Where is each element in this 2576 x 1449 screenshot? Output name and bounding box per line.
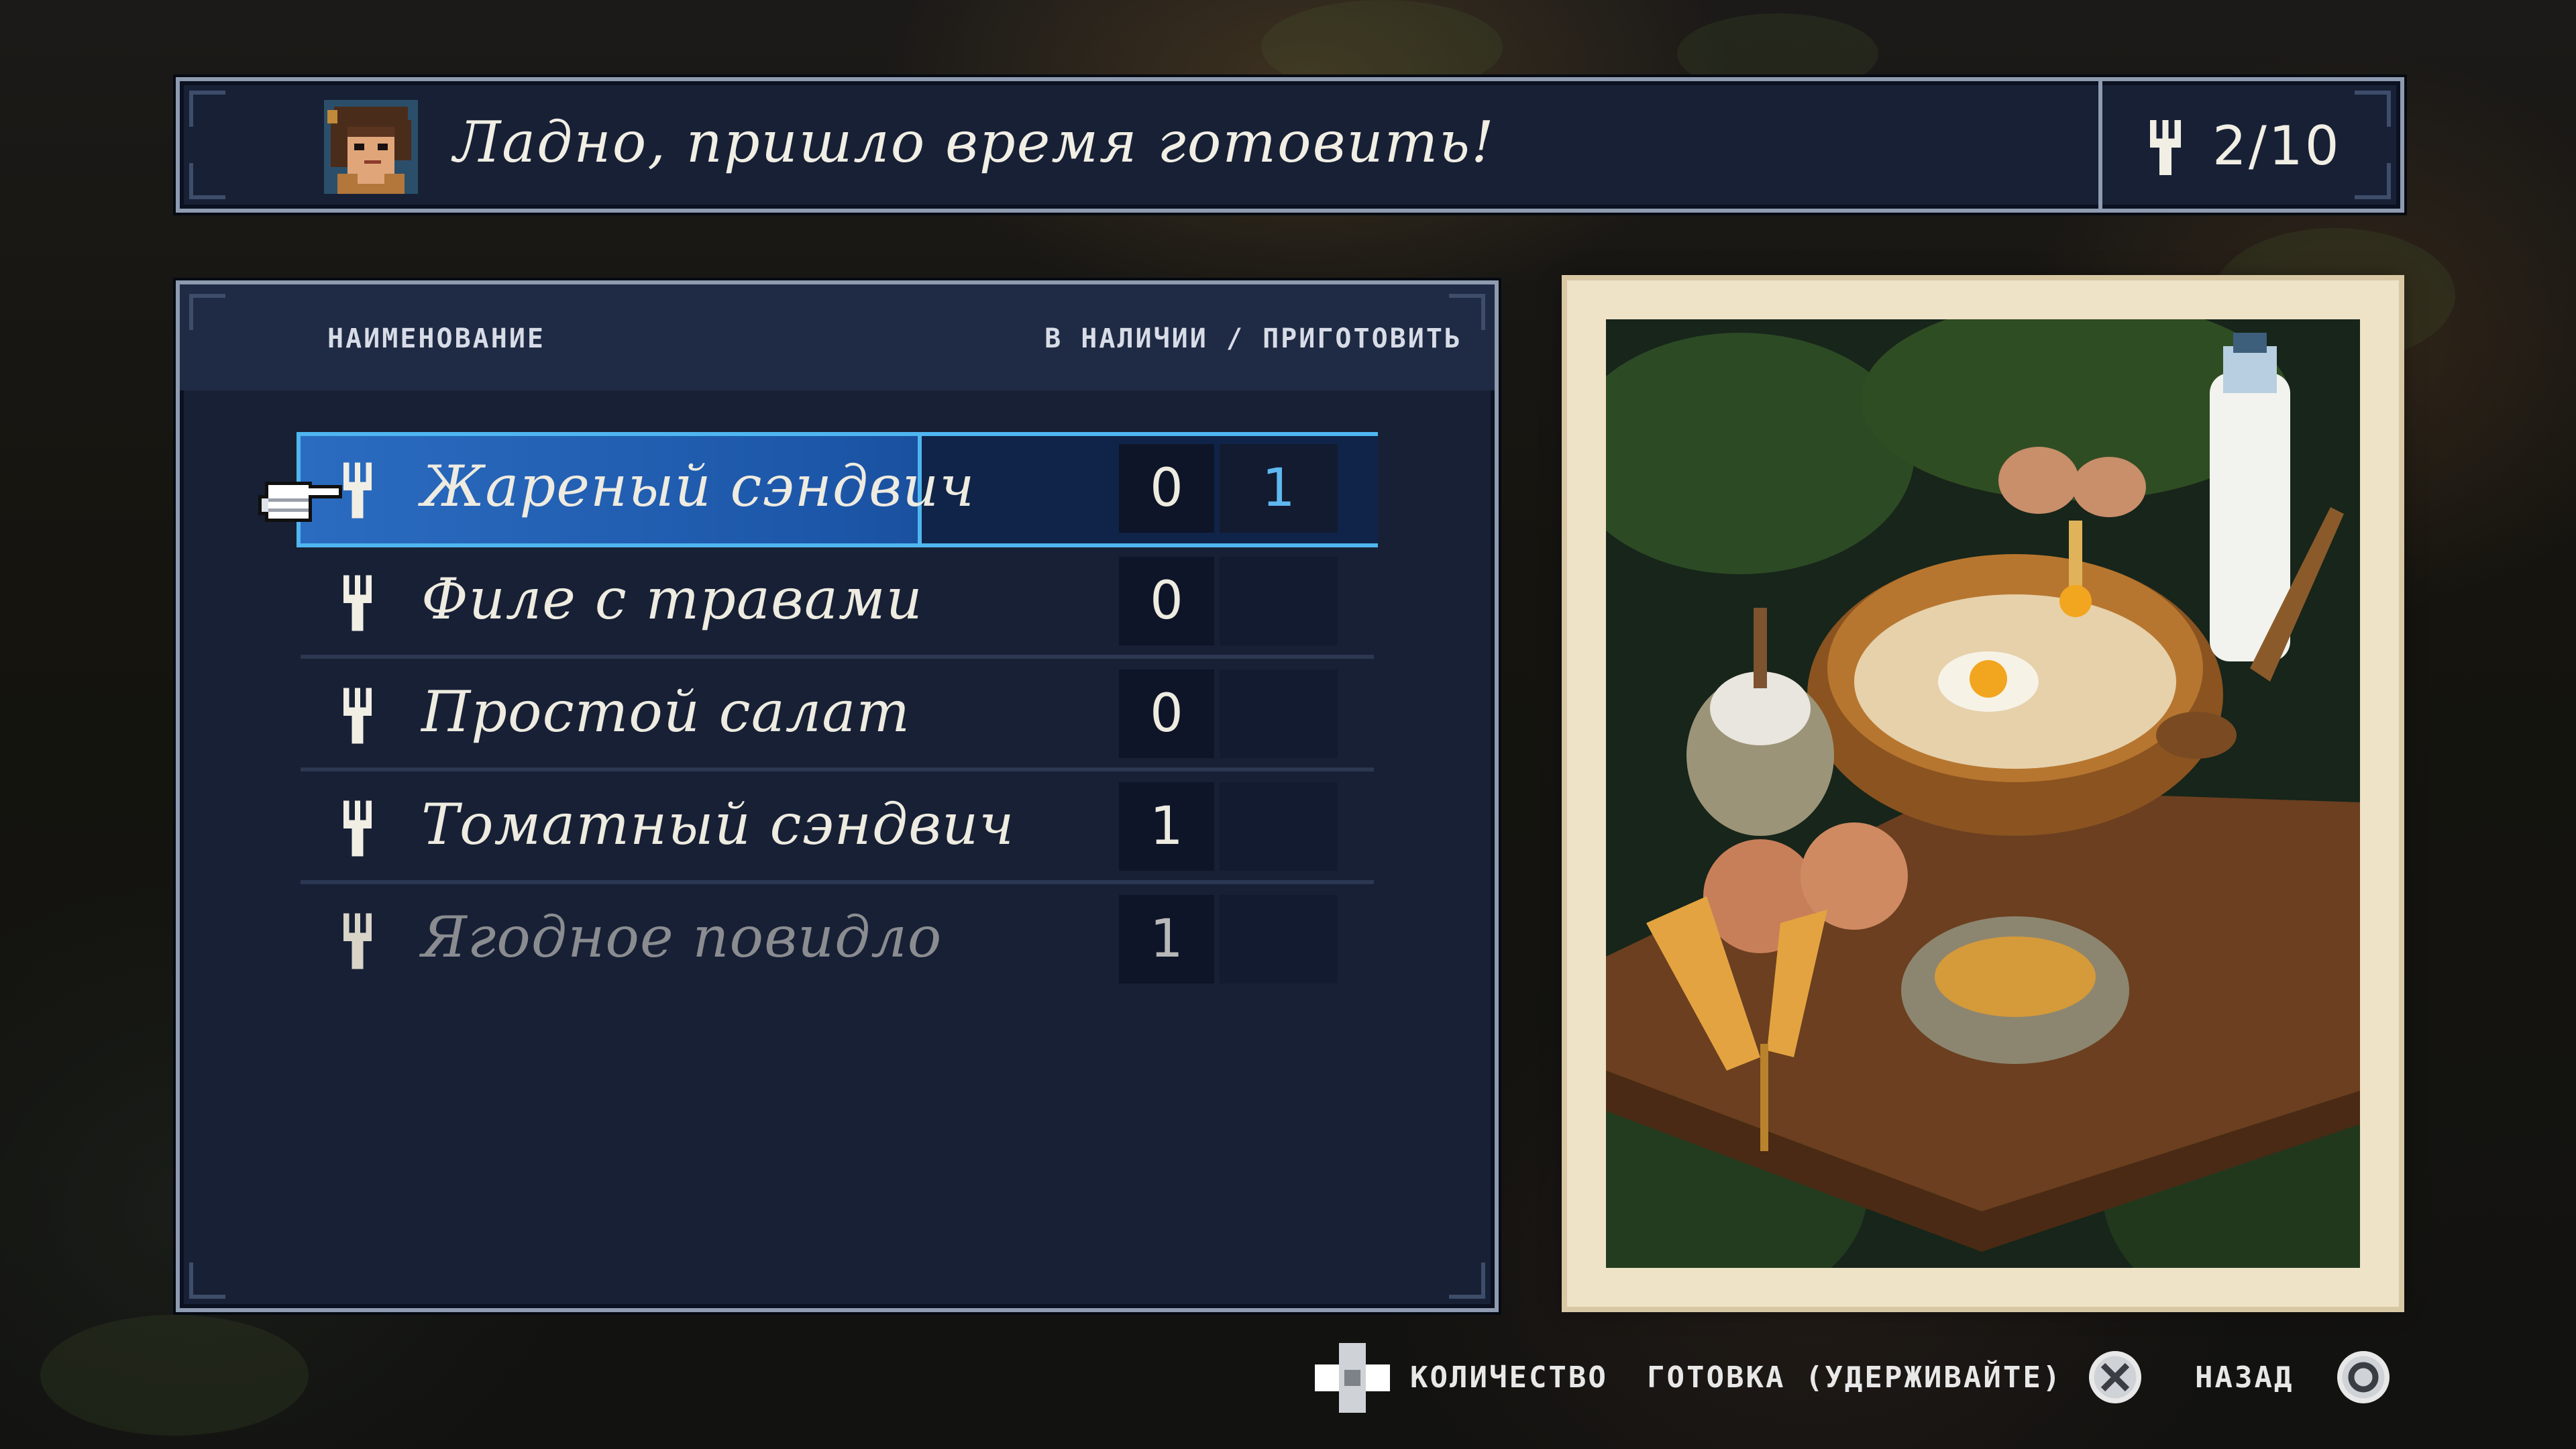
panel-ornament	[189, 91, 225, 127]
dish-preview-card	[1567, 280, 2399, 1307]
recipe-name: Простой салат	[421, 679, 911, 745]
recipe-row[interactable]: Простой салат 0	[301, 661, 1374, 771]
cross-button-icon[interactable]	[2085, 1347, 2145, 1407]
circle-button-icon[interactable]	[2333, 1347, 2394, 1407]
back-hint: НАЗАД	[2195, 1360, 2294, 1395]
panel-ornament	[2355, 91, 2391, 127]
divider	[2098, 81, 2102, 209]
hand-pointer-icon	[258, 482, 342, 522]
character-portrait	[324, 100, 418, 194]
recipe-list-panel: НАИМЕНОВАНИЕ В НАЛИЧИИ / ПРИГОТОВИТЬ Жар…	[176, 280, 1499, 1312]
fork-icon	[343, 462, 372, 519]
cook-quantity[interactable]	[1220, 895, 1338, 983]
recipe-row[interactable]: Жареный сэндвич 0 1	[297, 432, 1378, 547]
panel-ornament	[2355, 163, 2391, 199]
dialogue-text: Ладно, пришло время готовить!	[453, 109, 1495, 175]
fork-icon	[343, 688, 372, 744]
stock-count: 1	[1119, 782, 1214, 871]
fork-icon	[343, 913, 372, 969]
cook-quantity[interactable]	[1220, 669, 1338, 758]
dish-illustration	[1606, 319, 2360, 1268]
recipe-row[interactable]: Ягодное повидло 1	[301, 887, 1374, 994]
fork-icon	[343, 800, 372, 857]
recipe-name: Томатный сэндвич	[421, 792, 1015, 857]
fork-icon	[343, 575, 372, 631]
panel-ornament	[189, 1263, 225, 1299]
row-separator	[301, 767, 1374, 771]
stock-count: 0	[1119, 557, 1214, 645]
list-header: НАИМЕНОВАНИЕ В НАЛИЧИИ / ПРИГОТОВИТЬ	[180, 284, 1495, 390]
panel-ornament	[189, 294, 225, 330]
row-separator	[301, 655, 1374, 659]
recipe-name: Жареный сэндвич	[421, 453, 975, 519]
stock-count: 0	[1119, 669, 1214, 758]
dialogue-bar: Ладно, пришло время готовить! 2/10	[176, 77, 2404, 213]
recipe-row[interactable]: Филе с травами 0	[301, 549, 1374, 659]
row-separator	[301, 880, 1374, 884]
stock-count: 0	[1119, 444, 1214, 533]
cook-quantity[interactable]: 1	[1220, 444, 1338, 533]
column-header-name: НАИМЕНОВАНИЕ	[327, 323, 545, 354]
game-screen: Ладно, пришло время готовить! 2/10 НАИМЕ…	[0, 0, 2576, 1449]
recipe-name: Ягодное повидло	[421, 904, 943, 970]
column-header-stock: В НАЛИЧИИ / ПРИГОТОВИТЬ	[1044, 323, 1462, 354]
fork-icon	[2150, 120, 2181, 175]
background-foliage	[40, 1315, 309, 1436]
recipe-row[interactable]: Томатный сэндвич 1	[301, 774, 1374, 884]
stock-count: 1	[1119, 895, 1214, 983]
meal-counter: 2/10	[2212, 115, 2341, 177]
recipe-name: Филе с травами	[421, 566, 923, 632]
cook-hint: ГОТОВКА (УДЕРЖИВАЙТЕ)	[1647, 1360, 2063, 1395]
quantity-hint: КОЛИЧЕСТВО	[1410, 1360, 1608, 1395]
panel-ornament	[1449, 1263, 1485, 1299]
cook-quantity[interactable]	[1220, 557, 1338, 645]
cook-quantity[interactable]	[1220, 782, 1338, 871]
panel-ornament	[1449, 294, 1485, 330]
dpad-icon	[1315, 1343, 1390, 1413]
panel-ornament	[189, 163, 225, 199]
